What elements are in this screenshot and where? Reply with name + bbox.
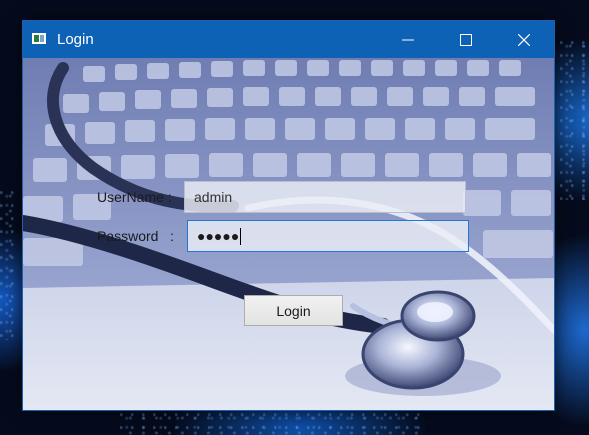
password-value: ●●●●● xyxy=(197,228,240,244)
close-button[interactable] xyxy=(501,21,547,58)
desktop-sparkle-bottom xyxy=(120,412,420,435)
minimize-button[interactable] xyxy=(385,21,431,58)
login-button[interactable]: Login xyxy=(244,295,343,326)
maximize-button[interactable] xyxy=(443,21,489,58)
username-value: admin xyxy=(194,189,233,205)
minimize-icon xyxy=(402,39,414,40)
title-bar[interactable]: Login xyxy=(23,21,554,58)
desktop-sparkle-top xyxy=(560,40,589,200)
password-label: Password : xyxy=(97,228,175,244)
text-caret xyxy=(240,227,242,245)
username-label: UserName : xyxy=(97,189,172,205)
stethoscope-bell-inner xyxy=(417,302,453,322)
maximize-icon xyxy=(460,33,472,46)
window-title: Login xyxy=(57,31,94,48)
password-field[interactable]: ●●●●● xyxy=(187,220,469,252)
login-form-area: UserName : admin Password : ●●●●● Login xyxy=(23,58,554,410)
app-icon xyxy=(32,33,46,44)
username-field[interactable]: admin xyxy=(184,181,466,213)
login-window: Login UserName: admin Password: ●●●●● … xyxy=(22,20,555,411)
close-icon xyxy=(518,33,530,46)
desktop-sparkle-left xyxy=(0,190,20,340)
